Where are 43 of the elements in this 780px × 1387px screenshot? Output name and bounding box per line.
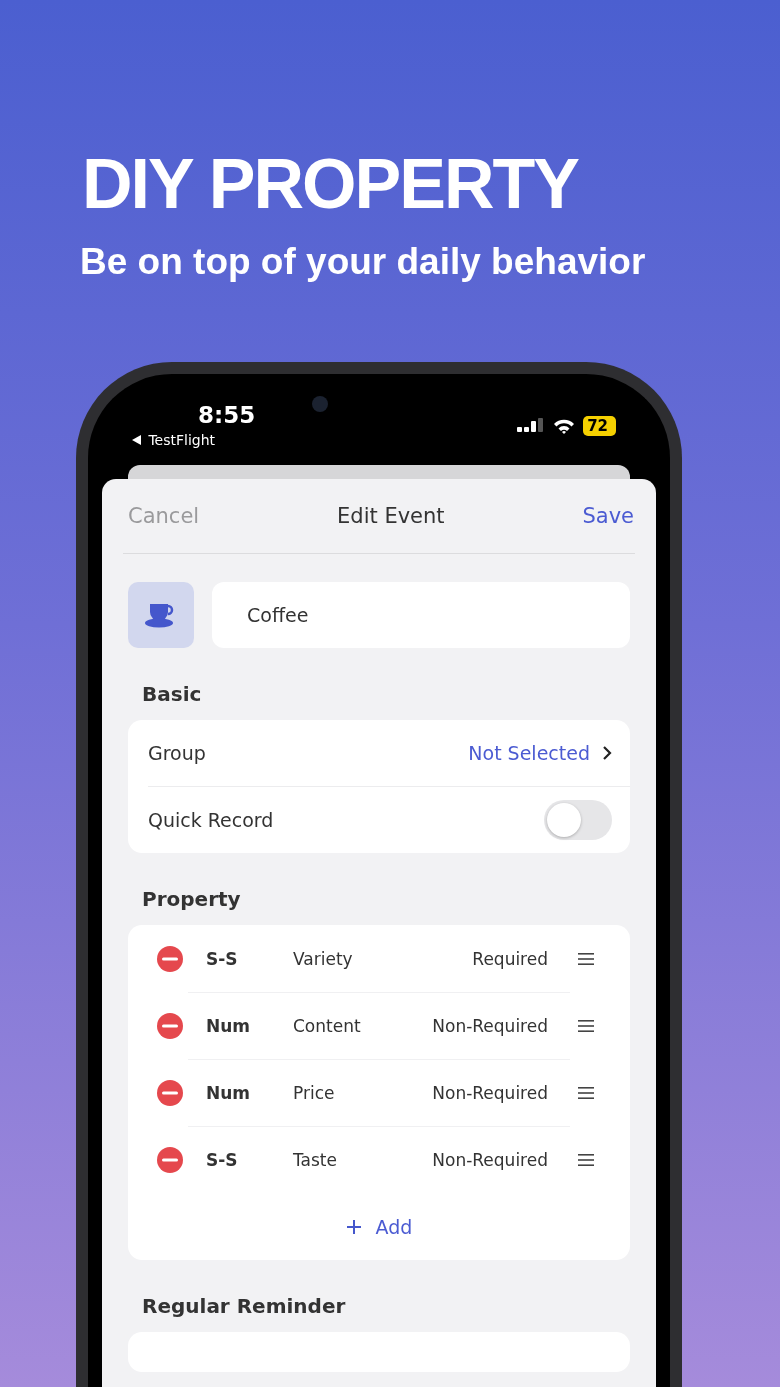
chevron-icon (602, 745, 612, 761)
drag-handle-icon[interactable] (578, 1019, 594, 1033)
requirement-label: Non-Required (432, 1083, 548, 1103)
section-title: Basic (142, 682, 203, 706)
property-name: Content (293, 1016, 362, 1036)
section-title: Regular Reminder (142, 1294, 347, 1318)
add-button[interactable]: Add (345, 1216, 413, 1238)
property-type: S-S (206, 1150, 239, 1170)
property-type: Num (206, 1016, 252, 1036)
group-selector[interactable]: Not Selected (468, 742, 612, 764)
property-type: Num (206, 1083, 252, 1103)
drag-handle-icon[interactable] (578, 1086, 594, 1100)
plus-icon (345, 1219, 362, 1235)
subheadline: Be on top of your daily behavior (80, 240, 646, 284)
row-label: Quick Record (148, 809, 274, 831)
remove-icon[interactable] (156, 1012, 184, 1040)
wifi-icon (553, 418, 576, 434)
back-arrow-icon (132, 435, 141, 445)
battery-indicator: 72 (583, 416, 616, 436)
remove-icon[interactable] (156, 1079, 184, 1107)
section-title: Property (142, 887, 242, 911)
property-name: Price (293, 1083, 336, 1103)
property-name: Taste (293, 1150, 338, 1170)
requirement-label: Non-Required (432, 1150, 548, 1170)
signal-icon (517, 418, 546, 434)
requirement-label: Non-Required (432, 1016, 548, 1036)
clock-time: 8:55 (197, 402, 256, 428)
save-button[interactable]: Save (582, 504, 635, 528)
sheet-title: Edit Event (337, 504, 445, 528)
property-name: Variety (293, 949, 354, 969)
camera-icon (312, 396, 328, 412)
drag-handle-icon[interactable] (578, 1153, 594, 1167)
cup-icon-tile[interactable] (128, 582, 194, 648)
requirement-label: Required (472, 949, 548, 969)
toggle-switch[interactable] (544, 800, 612, 840)
headline: DIY PROPERTY (82, 144, 578, 225)
back-link[interactable]: TestFlight (132, 432, 256, 448)
remove-icon[interactable] (156, 945, 184, 973)
remove-icon[interactable] (156, 1146, 184, 1174)
event-name-field[interactable]: Coffee (212, 582, 630, 648)
property-type: S-S (206, 949, 239, 969)
drag-handle-icon[interactable] (578, 952, 594, 966)
row-label: Group (148, 742, 206, 764)
